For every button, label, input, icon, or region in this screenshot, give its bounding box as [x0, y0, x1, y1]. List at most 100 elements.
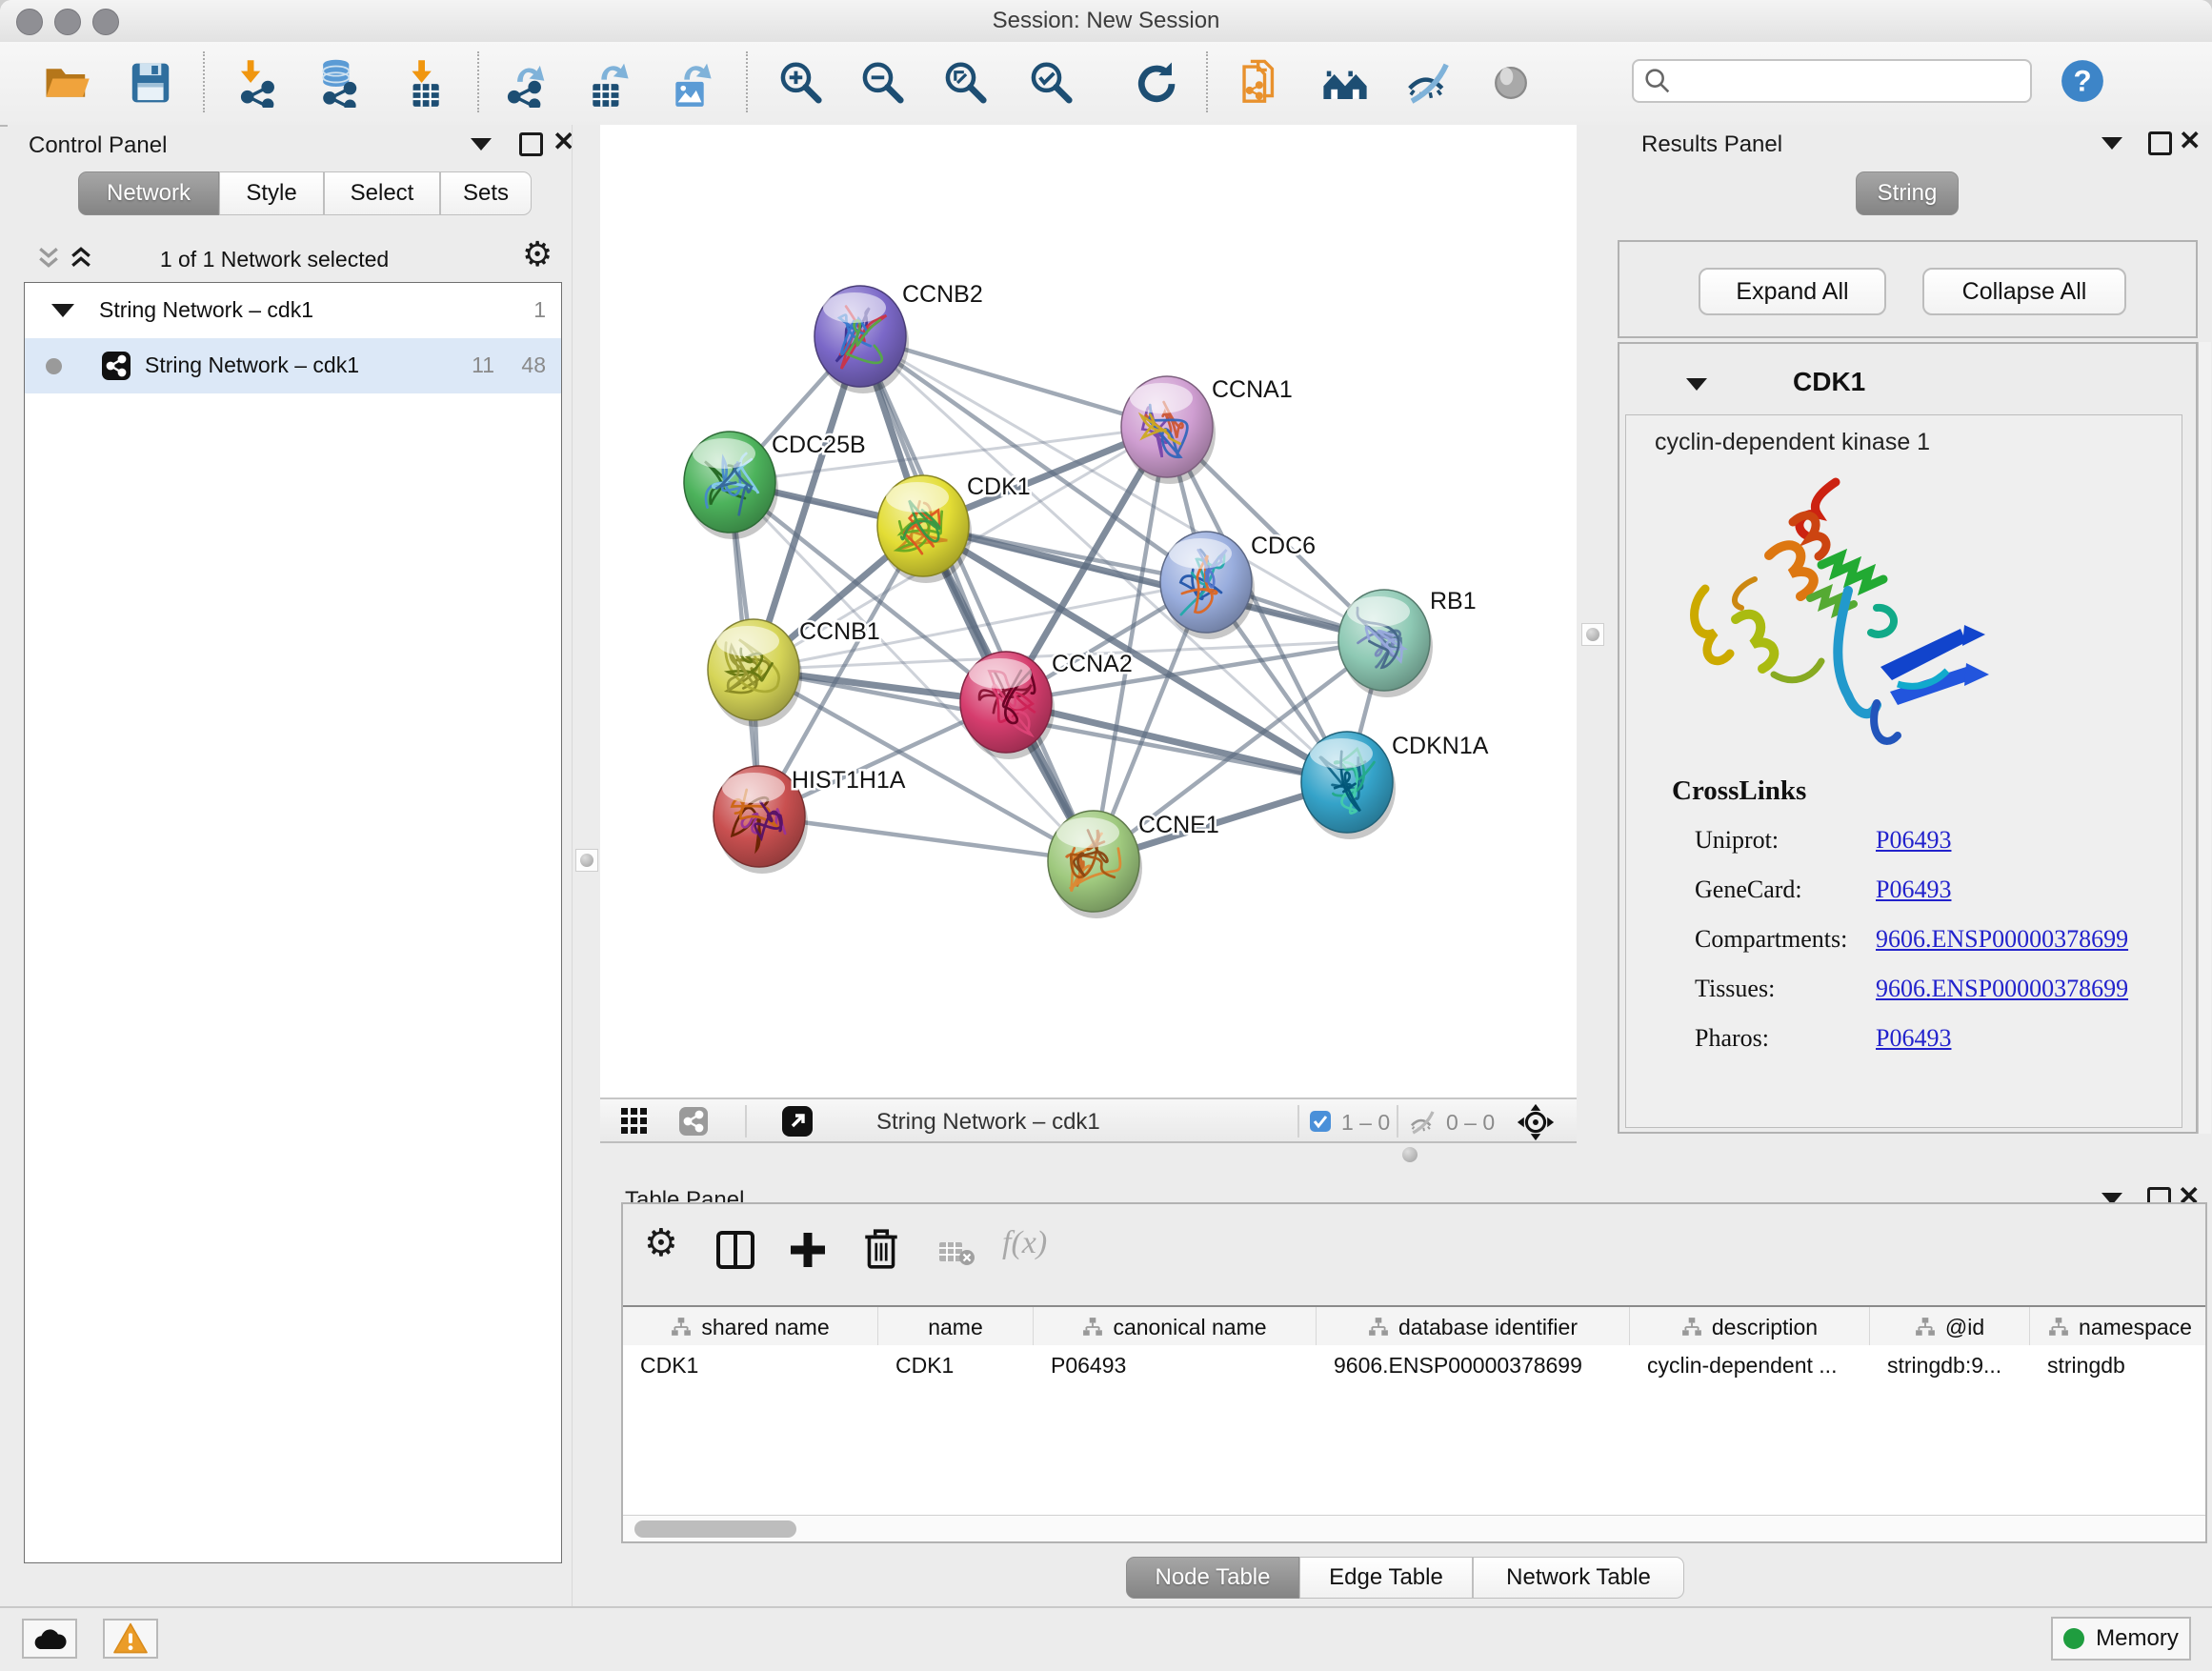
zoom-in-button[interactable]: [774, 57, 827, 111]
left-split-grip[interactable]: [575, 849, 598, 872]
network-node-CCNB1[interactable]: [708, 619, 802, 727]
import-network-database-button[interactable]: [312, 57, 365, 111]
right-split-divider[interactable]: [1577, 125, 1610, 1143]
warning-button[interactable]: [103, 1619, 158, 1659]
expand-all-button[interactable]: Expand All: [1699, 268, 1886, 315]
crosslink-value-link[interactable]: 9606.ENSP00000378699: [1876, 975, 2128, 1003]
move-crosshair-icon[interactable]: [1517, 1103, 1555, 1141]
help-button[interactable]: ?: [2056, 55, 2109, 109]
network-node-RB1[interactable]: [1338, 590, 1433, 697]
crosslink-value-link[interactable]: P06493: [1876, 826, 1951, 855]
network-edge-CCNA2-CDKN1A[interactable]: [1006, 702, 1347, 782]
column-header-namespace[interactable]: namespace: [2030, 1307, 2207, 1347]
import-table-button[interactable]: [398, 57, 452, 111]
open-external-icon[interactable]: [781, 1105, 814, 1137]
table-cell[interactable]: stringdb: [2030, 1345, 2207, 1385]
column-header--id[interactable]: @id: [1870, 1307, 2030, 1347]
table-columns-icon[interactable]: [714, 1229, 756, 1271]
zoom-selected-button[interactable]: [1024, 57, 1077, 111]
crosslink-value-link[interactable]: P06493: [1876, 1024, 1951, 1053]
home-button[interactable]: [1318, 57, 1372, 111]
grid-view-icon[interactable]: [619, 1106, 650, 1137]
table-cell[interactable]: CDK1: [878, 1345, 1034, 1385]
left-split-divider[interactable]: [572, 125, 602, 1606]
column-header-canonical-name[interactable]: canonical name: [1034, 1307, 1317, 1347]
expand-collapse-box: Expand All Collapse All: [1618, 240, 2198, 338]
refresh-button[interactable]: [1129, 57, 1182, 111]
tab-node-table[interactable]: Node Table: [1126, 1557, 1299, 1599]
tree-expand-caret-icon[interactable]: [51, 304, 74, 317]
tab-network[interactable]: Network: [78, 171, 219, 215]
table-cell[interactable]: CDK1: [623, 1345, 878, 1385]
table-cell[interactable]: stringdb:9...: [1870, 1345, 2030, 1385]
cloud-button[interactable]: [22, 1619, 77, 1659]
share-view-icon[interactable]: [678, 1106, 709, 1137]
open-session-button[interactable]: [40, 57, 93, 111]
network-node-CDC25B[interactable]: [684, 432, 778, 539]
network-edge-HIST1H1A-CCNE1[interactable]: [759, 816, 1094, 861]
tab-network-table[interactable]: Network Table: [1473, 1557, 1684, 1599]
column-header-name[interactable]: name: [878, 1307, 1034, 1347]
column-header-shared-name[interactable]: shared name: [623, 1307, 878, 1347]
bottom-split-grip[interactable]: [1402, 1147, 1418, 1162]
export-network-button[interactable]: [498, 57, 552, 111]
export-table-button[interactable]: [580, 57, 633, 111]
hide-button[interactable]: [1401, 57, 1455, 111]
network-options-gear-icon[interactable]: ⚙: [522, 235, 553, 274]
bottom-split-divider[interactable]: [600, 1143, 2212, 1166]
table-hscrollbar[interactable]: [623, 1515, 2207, 1542]
network-node-CDKN1A[interactable]: [1301, 732, 1396, 839]
table-gear-icon[interactable]: ⚙: [644, 1221, 678, 1265]
table-cell[interactable]: 9606.ENSP00000378699: [1317, 1345, 1630, 1385]
network-tree-root-row[interactable]: String Network – cdk1 1: [25, 283, 561, 338]
column-header-description[interactable]: description: [1630, 1307, 1870, 1347]
network-node-CCNA1[interactable]: [1121, 376, 1216, 484]
crosslink-row: Uniprot:P06493: [1695, 815, 2152, 865]
cloud-icon: [30, 1624, 69, 1653]
control-panel-menu-button[interactable]: [471, 138, 492, 151]
collapse-all-button[interactable]: Collapse All: [1922, 268, 2126, 315]
table-add-icon[interactable]: [787, 1229, 829, 1271]
tab-edge-table[interactable]: Edge Table: [1299, 1557, 1473, 1599]
results-panel-float-button[interactable]: [2148, 131, 2172, 155]
crosslink-value-link[interactable]: P06493: [1876, 876, 1951, 904]
network-node-CDK1[interactable]: [877, 475, 972, 583]
control-panel-tabs: Network Style Select Sets: [78, 171, 532, 215]
control-panel-float-button[interactable]: [519, 132, 543, 156]
table-data-row[interactable]: CDK1CDK1P064939606.ENSP00000378699cyclin…: [623, 1345, 2207, 1385]
tab-sets[interactable]: Sets: [440, 171, 532, 215]
crosslink-value-link[interactable]: 9606.ENSP00000378699: [1876, 925, 2128, 954]
results-scrollbar[interactable]: [2198, 342, 2211, 1134]
table-hscrollbar-thumb[interactable]: [634, 1520, 796, 1538]
column-header-database-identifier[interactable]: database identifier: [1317, 1307, 1630, 1347]
zoom-out-button[interactable]: [855, 57, 909, 111]
column-header-label: @id: [1945, 1315, 1984, 1340]
export-image-button[interactable]: [663, 57, 716, 111]
string-document-button[interactable]: [1234, 57, 1287, 111]
network-tree-child-row[interactable]: String Network – cdk1 11 48: [25, 338, 561, 393]
table-cell[interactable]: P06493: [1034, 1345, 1317, 1385]
tab-style[interactable]: Style: [219, 171, 324, 215]
network-node-CCNB2[interactable]: [814, 286, 909, 393]
tab-select[interactable]: Select: [324, 171, 440, 215]
results-panel-close-button[interactable]: ✕: [2179, 130, 2201, 152]
zoom-fit-button[interactable]: [938, 57, 992, 111]
expand-all-icon[interactable]: [67, 243, 95, 272]
selected-checkbox-icon[interactable]: [1309, 1110, 1332, 1133]
table-trash-icon[interactable]: [859, 1227, 903, 1271]
import-network-file-button[interactable]: [231, 57, 285, 111]
network-canvas[interactable]: CCNB2CCNA1CDC25BCDK1CDC6RB1CCNB1CCNA2CDK…: [600, 125, 1577, 1097]
network-node-CCNA2[interactable]: [960, 652, 1055, 759]
network-node-CCNE1[interactable]: [1048, 811, 1142, 918]
tab-string[interactable]: String: [1856, 171, 1959, 215]
save-session-button[interactable]: [124, 57, 177, 111]
protein-section-collapse-caret[interactable]: [1686, 378, 1707, 391]
memory-button[interactable]: Memory: [2051, 1617, 2191, 1661]
right-split-grip[interactable]: [1581, 623, 1604, 646]
collapse-all-icon[interactable]: [34, 243, 63, 272]
search-input[interactable]: [1678, 63, 2024, 97]
table-cell[interactable]: cyclin-dependent ...: [1630, 1345, 1870, 1385]
hidden-eye-slash-icon[interactable]: [1408, 1108, 1437, 1137]
show-button[interactable]: [1484, 57, 1538, 111]
results-panel-menu-button[interactable]: [2101, 137, 2122, 150]
